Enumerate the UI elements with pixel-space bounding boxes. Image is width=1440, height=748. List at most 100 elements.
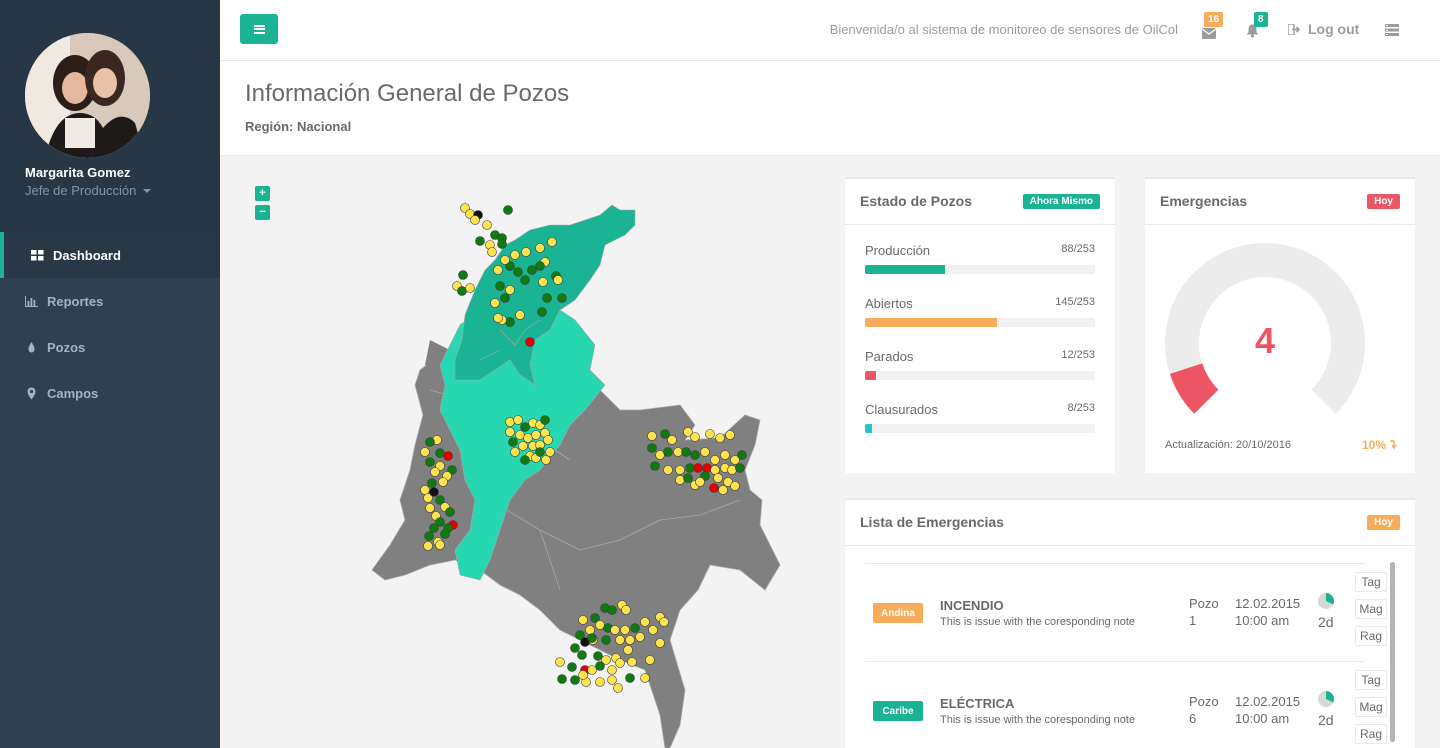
well-marker[interactable]	[595, 620, 605, 630]
well-marker[interactable]	[570, 643, 580, 653]
well-marker[interactable]	[685, 463, 695, 473]
well-marker[interactable]	[440, 529, 450, 539]
sidebar-item-reportes[interactable]: Reportes	[0, 278, 220, 324]
well-marker[interactable]	[675, 465, 685, 475]
well-marker[interactable]	[425, 457, 435, 467]
well-marker[interactable]	[695, 477, 705, 487]
well-marker[interactable]	[715, 433, 725, 443]
well-marker[interactable]	[505, 417, 515, 427]
well-marker[interactable]	[630, 623, 640, 633]
well-marker[interactable]	[620, 625, 630, 635]
well-marker[interactable]	[420, 485, 430, 495]
well-marker[interactable]	[438, 477, 448, 487]
well-marker[interactable]	[420, 447, 430, 457]
well-marker[interactable]	[482, 220, 492, 230]
well-marker[interactable]	[578, 670, 588, 680]
well-marker[interactable]	[557, 293, 567, 303]
well-marker[interactable]	[547, 237, 557, 247]
well-marker[interactable]	[424, 531, 434, 541]
logout-link[interactable]: Log out	[1288, 21, 1359, 37]
list-scrollbar[interactable]	[1390, 562, 1395, 742]
well-marker[interactable]	[610, 625, 620, 635]
well-marker[interactable]	[693, 463, 703, 473]
well-marker[interactable]	[427, 478, 437, 488]
well-marker[interactable]	[487, 247, 497, 257]
well-marker[interactable]	[465, 283, 475, 293]
well-marker[interactable]	[505, 285, 515, 295]
well-marker[interactable]	[430, 467, 440, 477]
well-marker[interactable]	[521, 247, 531, 257]
well-marker[interactable]	[690, 450, 700, 460]
tag-button[interactable]: Tag	[1355, 572, 1387, 592]
well-marker[interactable]	[647, 431, 657, 441]
well-marker[interactable]	[520, 275, 530, 285]
well-marker[interactable]	[500, 255, 510, 265]
well-marker[interactable]	[625, 673, 635, 683]
sidebar-item-campos[interactable]: Campos	[0, 370, 220, 416]
well-marker[interactable]	[518, 441, 528, 451]
well-marker[interactable]	[570, 675, 580, 685]
well-marker[interactable]	[640, 617, 650, 627]
well-marker[interactable]	[667, 435, 677, 445]
well-marker[interactable]	[700, 447, 710, 457]
user-role-dropdown[interactable]: Jefe de Producción	[25, 183, 152, 198]
well-marker[interactable]	[457, 286, 467, 296]
well-marker[interactable]	[613, 683, 623, 693]
well-marker[interactable]	[425, 437, 435, 447]
sidebar-item-pozos[interactable]: Pozos	[0, 324, 220, 370]
mag-button[interactable]: Mag	[1355, 697, 1387, 717]
colombia-map[interactable]	[240, 170, 820, 748]
well-marker[interactable]	[720, 450, 730, 460]
well-marker[interactable]	[713, 473, 723, 483]
well-marker[interactable]	[615, 658, 625, 668]
well-marker[interactable]	[725, 430, 735, 440]
well-marker[interactable]	[527, 265, 537, 275]
well-marker[interactable]	[735, 463, 745, 473]
well-marker[interactable]	[673, 447, 683, 457]
rag-button[interactable]: Rag	[1355, 724, 1387, 744]
well-marker[interactable]	[659, 617, 669, 627]
well-marker[interactable]	[515, 430, 525, 440]
well-marker[interactable]	[541, 455, 551, 465]
well-marker[interactable]	[625, 635, 635, 645]
wells-map[interactable]: + −	[240, 170, 820, 748]
notifications-button[interactable]: 8	[1244, 12, 1268, 40]
well-marker[interactable]	[505, 427, 515, 437]
well-marker[interactable]	[647, 443, 657, 453]
well-marker[interactable]	[523, 433, 533, 443]
well-marker[interactable]	[737, 450, 747, 460]
well-marker[interactable]	[702, 463, 712, 473]
well-marker[interactable]	[493, 265, 503, 275]
well-marker[interactable]	[635, 632, 645, 642]
well-marker[interactable]	[535, 243, 545, 253]
well-marker[interactable]	[520, 455, 530, 465]
well-marker[interactable]	[615, 635, 625, 645]
tasks-icon[interactable]	[1385, 24, 1399, 36]
well-marker[interactable]	[535, 261, 545, 271]
well-marker[interactable]	[567, 662, 577, 672]
well-marker[interactable]	[542, 293, 552, 303]
well-marker[interactable]	[593, 651, 603, 661]
well-marker[interactable]	[515, 310, 525, 320]
well-marker[interactable]	[497, 239, 507, 249]
well-marker[interactable]	[683, 473, 693, 483]
well-marker[interactable]	[555, 657, 565, 667]
well-marker[interactable]	[500, 293, 510, 303]
well-marker[interactable]	[627, 657, 637, 667]
well-marker[interactable]	[585, 625, 595, 635]
well-marker[interactable]	[505, 317, 515, 327]
emergency-row[interactable]: Andina INCENDIO This is issue with the cor…	[865, 563, 1387, 661]
well-marker[interactable]	[607, 605, 617, 615]
well-marker[interactable]	[553, 275, 563, 285]
menu-toggle-button[interactable]	[240, 14, 278, 44]
well-marker[interactable]	[458, 270, 468, 280]
well-marker[interactable]	[607, 675, 617, 685]
well-marker[interactable]	[493, 313, 503, 323]
well-marker[interactable]	[535, 447, 545, 457]
well-marker[interactable]	[690, 432, 700, 442]
well-marker[interactable]	[510, 447, 520, 457]
well-marker[interactable]	[508, 437, 518, 447]
well-marker[interactable]	[623, 645, 633, 655]
well-marker[interactable]	[429, 523, 439, 533]
well-marker[interactable]	[601, 635, 611, 645]
